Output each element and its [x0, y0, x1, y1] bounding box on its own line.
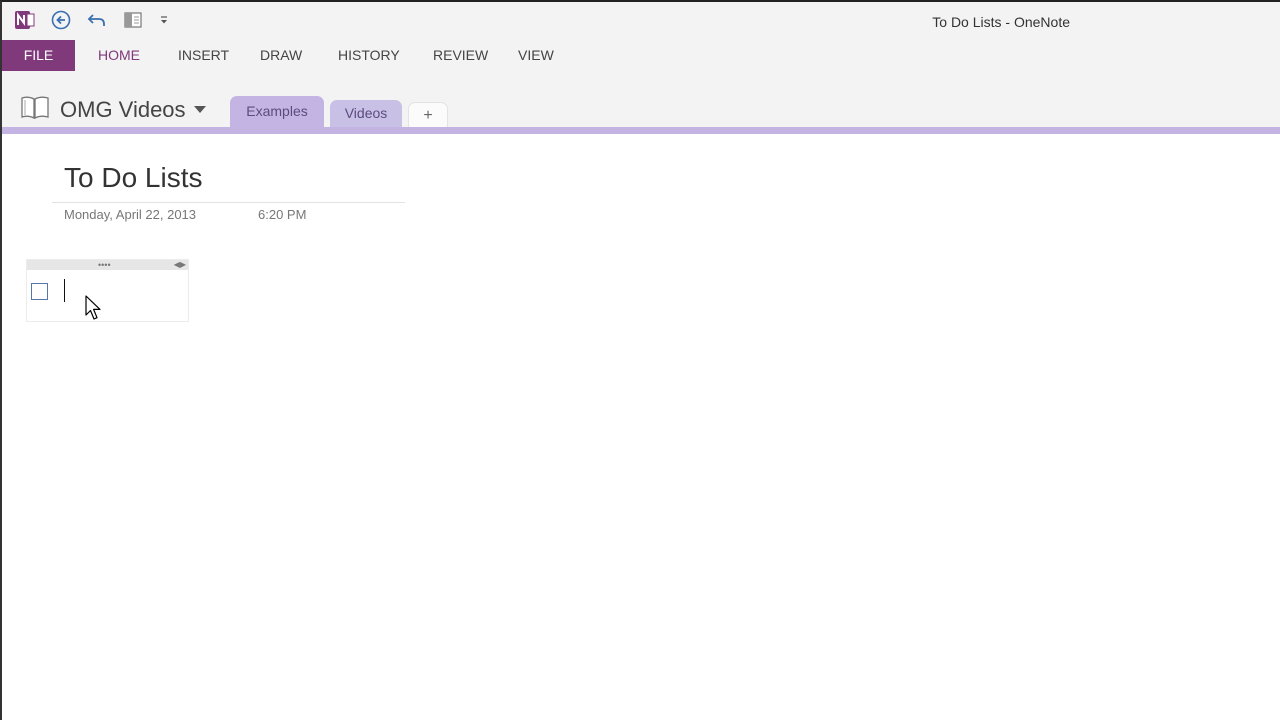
- undo-icon[interactable]: [86, 9, 108, 31]
- section-tab-examples[interactable]: Examples: [230, 96, 324, 127]
- quick-access-toolbar: [14, 9, 170, 31]
- note-container[interactable]: •••• ◀▶: [26, 259, 189, 322]
- section-tab-videos[interactable]: Videos: [330, 100, 402, 127]
- text-caret: [64, 279, 65, 302]
- tab-draw[interactable]: DRAW: [249, 40, 313, 71]
- customize-toolbar-icon[interactable]: [158, 9, 170, 31]
- title-divider: [52, 202, 405, 203]
- section-color-bar: [2, 127, 1280, 134]
- notebook-icon: [20, 94, 50, 125]
- mouse-pointer-icon: [85, 295, 103, 326]
- page-time: 6:20 PM: [258, 207, 307, 222]
- notebook-bar: OMG Videos Examples Videos +: [2, 72, 1280, 127]
- resize-handle-icon[interactable]: ◀▶: [174, 260, 186, 270]
- page-title[interactable]: To Do Lists: [64, 162, 203, 194]
- notebook-selector[interactable]: OMG Videos: [20, 94, 206, 125]
- tab-insert[interactable]: INSERT: [167, 40, 240, 71]
- title-bar: To Do Lists - OneNote: [2, 2, 1280, 40]
- tab-file[interactable]: FILE: [2, 40, 75, 71]
- onenote-logo-icon[interactable]: [14, 9, 36, 31]
- ribbon-tabs: FILE HOME INSERT DRAW HISTORY REVIEW VIE…: [2, 40, 1280, 72]
- tab-view[interactable]: VIEW: [507, 40, 565, 71]
- note-container-handle[interactable]: •••• ◀▶: [27, 260, 188, 270]
- notebook-name: OMG Videos: [60, 96, 186, 122]
- tab-home[interactable]: HOME: [87, 40, 151, 71]
- todo-checkbox[interactable]: [31, 283, 48, 300]
- add-section-button[interactable]: +: [408, 102, 448, 127]
- tab-review[interactable]: REVIEW: [422, 40, 499, 71]
- back-icon[interactable]: [50, 9, 72, 31]
- drag-handle-icon[interactable]: ••••: [98, 261, 111, 270]
- chevron-down-icon[interactable]: [193, 106, 206, 113]
- page-date: Monday, April 22, 2013: [64, 207, 197, 222]
- window-title: To Do Lists - OneNote: [932, 14, 1070, 30]
- dock-to-desktop-icon[interactable]: [122, 9, 144, 31]
- onenote-window: To Do Lists - OneNote FILE HOME INSERT D…: [0, 0, 1280, 720]
- tab-history[interactable]: HISTORY: [327, 40, 411, 71]
